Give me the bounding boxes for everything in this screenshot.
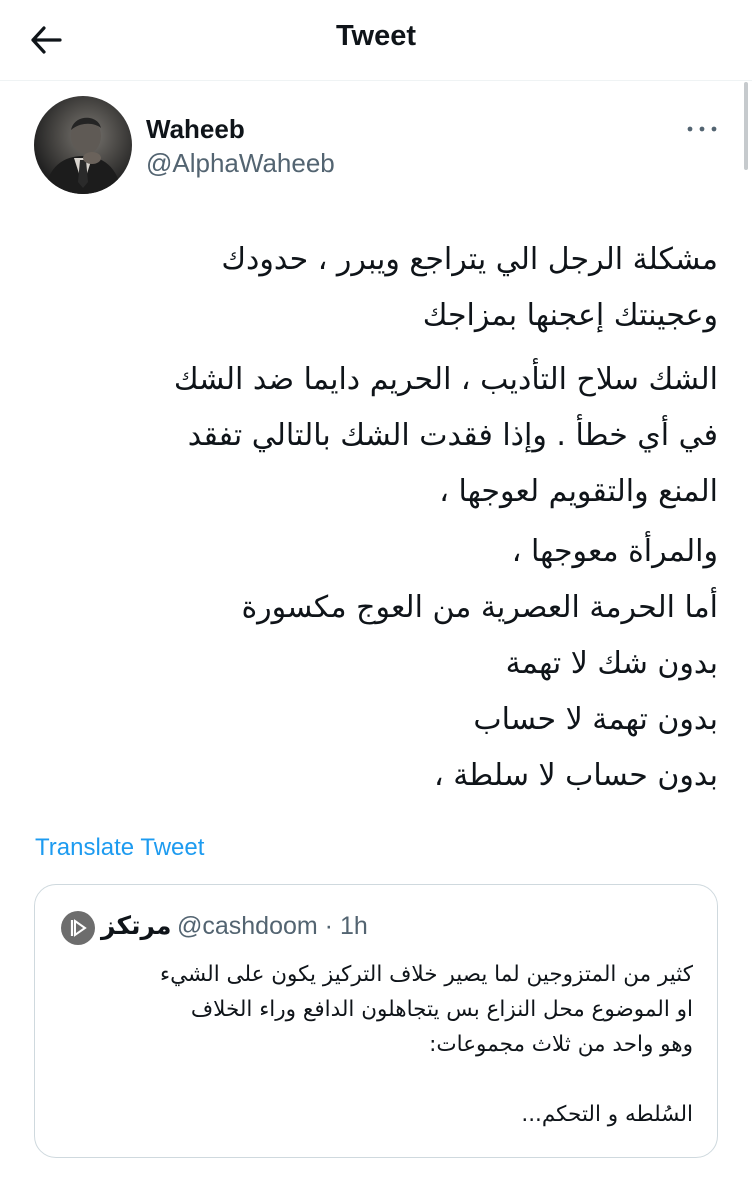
tweet-line: والمرأة معوجها ، xyxy=(511,534,718,569)
tweet-line: في أي خطأ . وإذا فقدت الشك بالتالي تفقد xyxy=(187,418,718,453)
tweet-line: أما الحرمة العصرية من العوج مكسورة xyxy=(241,590,718,625)
quoted-tweet[interactable]: مرتكز @cashdoom · 1h كثير من المتزوجين ل… xyxy=(34,884,718,1158)
tweet-paragraph-4: بدون شك لا تهمة بدون تهمة لا حساب بدون ح… xyxy=(36,636,718,804)
quote-author-meta: @cashdoom · 1h xyxy=(177,912,368,940)
author-avatar[interactable] xyxy=(34,96,132,194)
tweet-paragraph-1: مشكلة الرجل الي يتراجع ويبرر ، حدودك وعج… xyxy=(36,232,718,344)
top-bar: Tweet xyxy=(0,0,752,80)
tweet-paragraph-2: الشك سلاح التأديب ، الحريم دايما ضد الشك… xyxy=(36,352,718,520)
more-options-button[interactable] xyxy=(684,116,720,142)
play-logo-icon xyxy=(70,919,87,937)
quote-author-avatar xyxy=(61,911,95,945)
tweet-line: بدون شك لا تهمة xyxy=(505,646,718,681)
tweet-line: بدون حساب لا سلطة ، xyxy=(433,758,718,793)
tweet-line: مشكلة الرجل الي يتراجع ويبرر ، حدودك xyxy=(221,242,718,277)
scrollbar[interactable] xyxy=(744,82,748,170)
translate-tweet-link[interactable]: Translate Tweet xyxy=(35,834,204,862)
quote-author-name: مرتكز xyxy=(101,911,172,940)
quote-line: السُلطه و التحكم... xyxy=(521,1102,693,1127)
header-divider xyxy=(0,80,752,81)
profile-photo xyxy=(44,117,122,194)
tweet-paragraph-3: والمرأة معوجها ، أما الحرمة العصرية من ا… xyxy=(36,524,718,636)
author-name[interactable]: Waheeb xyxy=(146,114,245,145)
tweet-line: بدون تهمة لا حساب xyxy=(473,702,718,737)
author-handle[interactable]: @AlphaWaheeb xyxy=(146,148,335,179)
quote-text: كثير من المتزوجين لما يصير خلاف التركيز … xyxy=(61,957,693,1132)
quote-line xyxy=(61,1062,693,1097)
quote-line: وهو واحد من ثلاث مجموعات: xyxy=(429,1032,693,1057)
quote-line: او الموضوع محل النزاع بس يتجاهلون الدافع… xyxy=(190,997,693,1022)
tweet-line: الشك سلاح التأديب ، الحريم دايما ضد الشك xyxy=(173,362,718,397)
quote-line: كثير من المتزوجين لما يصير خلاف التركيز … xyxy=(159,962,693,987)
tweet-line: وعجينتك إعجنها بمزاجك xyxy=(422,298,718,333)
tweet-line: المنع والتقويم لعوجها ، xyxy=(439,474,718,509)
page-title: Tweet xyxy=(335,20,417,52)
more-horizontal-icon xyxy=(687,126,717,132)
